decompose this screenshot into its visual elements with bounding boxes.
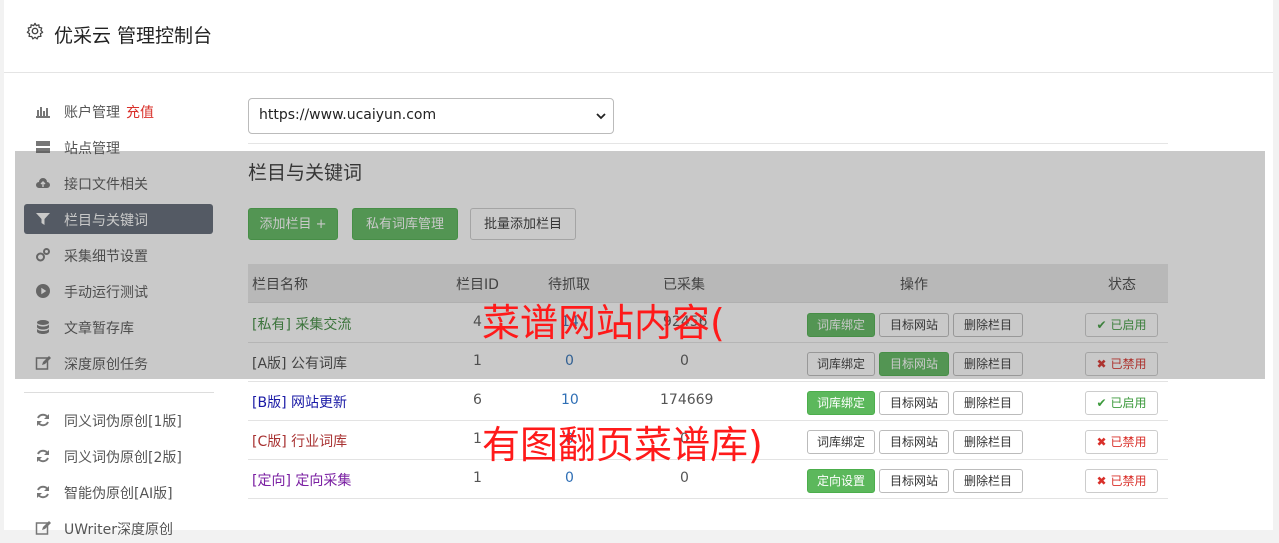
sidebar-item-label: 同义词伪原创[2版] (64, 450, 182, 466)
delete-column-button[interactable]: 删除栏目 (953, 430, 1023, 454)
collected-count: 174669 (660, 392, 714, 408)
sidebar-item-uwriter[interactable]: UWriter深度原创 (24, 513, 213, 543)
sidebar-item-label: 账户管理 (64, 105, 120, 121)
watermark-line-1: 菜谱网站内容( (482, 301, 725, 345)
sidebar-item-synonym-v2[interactable]: 同义词伪原创[2版] (24, 441, 213, 471)
column-id: 1 (473, 470, 482, 486)
column-tag: [B版] (252, 395, 287, 411)
column-name: 定向采集 (295, 473, 352, 489)
target-site-button[interactable]: 目标网站 (879, 469, 949, 493)
sidebar-item-account[interactable]: 账户管理 充值 (24, 96, 213, 126)
column-name-link[interactable]: [C版] 行业词库 (252, 431, 347, 451)
status-label: 已启用 (1110, 396, 1147, 410)
column-name-link[interactable]: [定向] 定向采集 (252, 470, 351, 490)
sidebar-item-label: 智能伪原创[AI版] (64, 486, 173, 502)
sidebar-divider (24, 392, 214, 393)
delete-column-button[interactable]: 删除栏目 (953, 391, 1023, 415)
delete-column-button[interactable]: 删除栏目 (953, 469, 1023, 493)
refresh-icon (37, 413, 49, 427)
refresh-icon (37, 449, 49, 463)
column-name: 网站更新 (290, 395, 347, 411)
sidebar-item-ai-original[interactable]: 智能伪原创[AI版] (24, 477, 213, 507)
status-toggle[interactable]: ✔ 已启用 (1085, 391, 1158, 415)
lexicon-bind-button[interactable]: 词库绑定 (807, 430, 875, 454)
lexicon-bind-button[interactable]: 词库绑定 (807, 391, 875, 415)
edit-icon (35, 521, 51, 535)
sidebar-item-label: 同义词伪原创[1版] (64, 414, 182, 430)
page-title: 优采云 管理控制台 (54, 25, 213, 47)
watermark-line-2: 有图翻页菜谱库) (482, 423, 763, 467)
check-icon: ✔ (1096, 396, 1107, 410)
recharge-link[interactable]: 充值 (126, 105, 154, 121)
column-tag: [定向] (252, 473, 291, 489)
gear-icon (26, 22, 44, 40)
chevron-down-icon (596, 113, 606, 120)
column-tag: [C版] (252, 434, 287, 450)
sidebar-item-label: UWriter深度原创 (64, 522, 173, 538)
column-name: 行业词库 (291, 434, 348, 450)
target-site-button[interactable]: 目标网站 (879, 430, 949, 454)
directed-settings-button[interactable]: 定向设置 (807, 469, 875, 493)
column-id: 1 (473, 431, 482, 447)
sidebar-item-synonym-v1[interactable]: 同义词伪原创[1版] (24, 405, 213, 435)
site-select[interactable]: https://www.ucaiyun.com (248, 98, 614, 134)
status-label: 已禁用 (1110, 474, 1147, 488)
column-name-link[interactable]: [B版] 网站更新 (252, 392, 347, 412)
close-icon: ✖ (1096, 435, 1107, 449)
divider (248, 143, 1168, 144)
close-icon: ✖ (1096, 474, 1107, 488)
header: 优采云 管理控制台 (4, 0, 1273, 73)
column-id: 6 (473, 392, 482, 408)
collected-count: 0 (680, 470, 689, 486)
status-toggle[interactable]: ✖ 已禁用 (1085, 430, 1158, 454)
site-select-value: https://www.ucaiyun.com (259, 107, 437, 123)
bar-chart-icon (36, 107, 50, 118)
status-toggle[interactable]: ✖ 已禁用 (1085, 469, 1158, 493)
pending-count[interactable]: 0 (565, 470, 574, 486)
target-site-button[interactable]: 目标网站 (879, 391, 949, 415)
refresh-icon (37, 485, 49, 499)
pending-count[interactable]: 10 (561, 392, 579, 408)
status-label: 已禁用 (1110, 435, 1147, 449)
